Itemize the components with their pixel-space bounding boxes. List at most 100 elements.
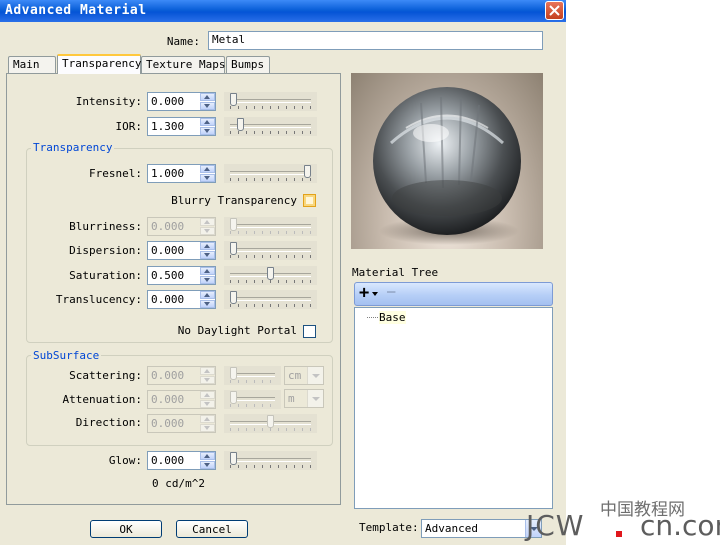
slider-thumb[interactable]	[230, 93, 237, 106]
blurriness-label: Blurriness:	[69, 220, 142, 233]
chevron-down-icon[interactable]	[307, 390, 323, 407]
scattering-slider[interactable]	[224, 366, 281, 385]
spin-down-icon[interactable]	[200, 251, 215, 259]
title-bar: Advanced Material	[0, 0, 566, 22]
intensity-spinner[interactable]: 0.000	[147, 92, 216, 111]
scattering-unit-select[interactable]: cm	[284, 366, 324, 385]
blurriness-slider[interactable]	[224, 217, 317, 236]
dispersion-slider[interactable]	[224, 241, 317, 260]
glow-spinner[interactable]: 0.000	[147, 451, 216, 470]
slider-thumb[interactable]	[237, 118, 244, 131]
glow-label: Glow:	[108, 454, 142, 467]
ior-spinner[interactable]: 1.300	[147, 117, 216, 136]
spin-up-icon	[200, 415, 215, 423]
tab-bumps[interactable]: Bumps	[226, 56, 270, 73]
tab-transparency[interactable]: Transparency	[57, 54, 141, 74]
spin-down-icon[interactable]	[200, 174, 215, 182]
chevron-down-icon[interactable]	[372, 292, 378, 296]
spin-down-icon[interactable]	[200, 127, 215, 135]
fresnel-label: Fresnel:	[89, 167, 142, 180]
attenuation-unit-select[interactable]: m	[284, 389, 324, 408]
slider-thumb[interactable]	[230, 452, 237, 465]
window-title: Advanced Material	[5, 3, 147, 18]
dispersion-label: Dispersion:	[69, 244, 142, 257]
add-icon[interactable]: +	[359, 283, 369, 303]
glow-slider[interactable]	[224, 451, 317, 470]
direction-slider[interactable]	[224, 414, 317, 433]
template-value: Advanced	[425, 522, 478, 535]
saturation-slider[interactable]	[224, 266, 317, 285]
spin-up-icon	[200, 367, 215, 375]
chrome-sphere-image	[373, 87, 521, 245]
blurriness-spinner[interactable]: 0.000	[147, 217, 216, 236]
watermark-latin-b: cn.com	[640, 509, 720, 542]
translucency-label: Translucency:	[55, 293, 142, 306]
name-field[interactable]: Metal	[208, 31, 543, 50]
watermark-red-dot	[616, 531, 622, 537]
material-preview	[351, 73, 543, 249]
tab-main[interactable]: Main	[8, 56, 56, 73]
spin-up-icon[interactable]	[200, 452, 215, 460]
fresnel-slider[interactable]	[224, 164, 317, 183]
spin-up-icon	[200, 391, 215, 399]
slider-thumb[interactable]	[230, 291, 237, 304]
slider-thumb[interactable]	[230, 391, 237, 404]
scattering-unit-value: cm	[288, 369, 302, 382]
name-label: Name:	[166, 35, 200, 48]
slider-thumb[interactable]	[267, 415, 274, 428]
no-daylight-portal-label: No Daylight Portal	[177, 324, 297, 337]
chevron-down-icon[interactable]	[307, 367, 323, 384]
slider-thumb[interactable]	[230, 242, 237, 255]
direction-label: Direction:	[75, 416, 142, 429]
direction-spinner[interactable]: 0.000	[147, 414, 216, 433]
material-tree: Base	[354, 307, 553, 509]
spin-down-icon	[200, 227, 215, 235]
no-daylight-portal-checkbox[interactable]	[303, 325, 316, 338]
ior-label: IOR:	[115, 120, 143, 133]
spin-up-icon[interactable]	[200, 165, 215, 173]
slider-thumb[interactable]	[230, 218, 237, 231]
spin-up-icon[interactable]	[200, 93, 215, 101]
slider-thumb[interactable]	[267, 267, 274, 280]
intensity-slider[interactable]	[224, 92, 317, 111]
tree-item-base[interactable]: Base	[379, 311, 406, 324]
cancel-button[interactable]: Cancel	[176, 520, 248, 538]
remove-icon[interactable]: —	[387, 284, 395, 300]
fresnel-spinner[interactable]: 1.000	[147, 164, 216, 183]
template-label: Template:	[359, 521, 419, 534]
spin-down-icon[interactable]	[200, 300, 215, 308]
dispersion-spinner[interactable]: 0.000	[147, 241, 216, 260]
translucency-slider[interactable]	[224, 290, 317, 309]
spin-up-icon[interactable]	[200, 291, 215, 299]
spin-up-icon[interactable]	[200, 267, 215, 275]
ior-slider[interactable]	[224, 117, 317, 136]
ok-button[interactable]: OK	[90, 520, 162, 538]
watermark: 中国教程网 JCW cn.com	[520, 495, 720, 543]
slider-thumb[interactable]	[230, 367, 237, 380]
spin-down-icon	[200, 400, 215, 408]
scattering-label: Scattering:	[69, 369, 142, 382]
saturation-spinner[interactable]: 0.500	[147, 266, 216, 285]
close-button[interactable]	[545, 1, 564, 20]
spin-down-icon[interactable]	[200, 461, 215, 469]
close-icon	[549, 5, 560, 16]
attenuation-slider[interactable]	[224, 390, 281, 409]
spin-up-icon	[200, 218, 215, 226]
attenuation-spinner[interactable]: 0.000	[147, 390, 216, 409]
subsurface-group-title: SubSurface	[31, 349, 102, 362]
spin-up-icon[interactable]	[200, 242, 215, 250]
watermark-latin-a: JCW	[526, 509, 585, 542]
spin-down-icon	[200, 376, 215, 384]
transparency-group-title: Transparency	[31, 141, 115, 154]
spin-down-icon[interactable]	[200, 102, 215, 110]
saturation-label: Saturation:	[69, 269, 142, 282]
tab-texture-maps[interactable]: Texture Maps	[141, 56, 225, 73]
slider-thumb[interactable]	[304, 165, 311, 178]
translucency-spinner[interactable]: 0.000	[147, 290, 216, 309]
advanced-material-dialog: Advanced Material Name: Metal Main Trans…	[0, 0, 566, 545]
scattering-spinner[interactable]: 0.000	[147, 366, 216, 385]
blurry-transparency-checkbox[interactable]	[303, 194, 316, 207]
material-tree-title: Material Tree	[352, 266, 439, 279]
spin-down-icon[interactable]	[200, 276, 215, 284]
spin-up-icon[interactable]	[200, 118, 215, 126]
